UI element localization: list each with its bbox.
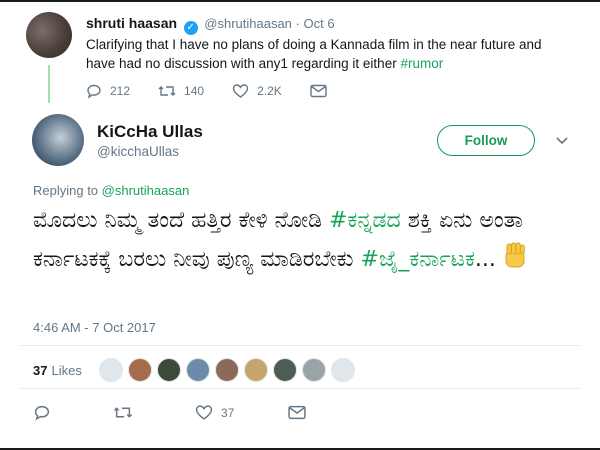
avatar-kiccha[interactable] (32, 114, 84, 166)
tweet2-handle[interactable]: @kicchaUllas (97, 144, 179, 159)
tweet1-actions: 212 140 2.2K (86, 82, 363, 100)
chevron-down-icon[interactable] (555, 133, 569, 151)
liker-avatar[interactable] (330, 358, 355, 382)
liker-avatar[interactable] (272, 358, 297, 382)
reply-button[interactable] (33, 404, 59, 421)
likes-summary[interactable]: 37 Likes (33, 358, 355, 382)
like-count: 2.2K (257, 84, 282, 98)
replying-prefix: Replying to (33, 183, 99, 198)
divider-bottom (20, 388, 580, 389)
hashtag-kannadada[interactable]: #ಕನ್ನಡದ (329, 208, 401, 233)
retweet-count: 140 (184, 84, 205, 98)
hashtag-jai-karnataka[interactable]: #ಜೈ_ಕರ್ನಾಟಕ (361, 247, 475, 272)
tweet1-body: Clarifying that I have no plans of doing… (86, 37, 542, 71)
tweet2-body-3: ... (474, 247, 496, 272)
retweet-button[interactable] (113, 404, 141, 421)
tweet1-separator: · (295, 16, 300, 31)
reply-count: 212 (110, 84, 131, 98)
tweet1-text: Clarifying that I have no plans of doing… (86, 35, 556, 73)
tweet1-display-name[interactable]: shruti haasan (86, 15, 177, 31)
tweet2-display-name[interactable]: KiCcHa Ullas (97, 122, 203, 142)
footer-like-count: 37 (221, 405, 235, 420)
retweet-button[interactable]: 140 (158, 83, 204, 99)
replying-handle[interactable]: @shrutihaasan (102, 183, 190, 198)
replying-to: Replying to @shrutihaasan (33, 183, 189, 198)
liker-avatar[interactable] (98, 358, 123, 382)
like-button[interactable]: 2.2K (232, 83, 282, 99)
liker-avatar[interactable] (214, 358, 239, 382)
tweet2-body-1: ಮೊದಲು ನಿಮ್ಮ ತಂದೆ ಹತ್ತಿರ ಕೇಳಿ ನೋಡಿ (33, 208, 329, 233)
follow-button[interactable]: Follow (437, 125, 535, 156)
liker-avatar[interactable] (301, 358, 326, 382)
like-icon (232, 83, 249, 99)
avatar-shruti[interactable] (26, 12, 72, 58)
tweet2-actions: 37 (33, 404, 368, 421)
liker-avatar[interactable] (156, 358, 181, 382)
verified-icon: ✓ (183, 21, 198, 35)
liker-avatar[interactable] (185, 358, 210, 382)
divider-top (20, 345, 580, 346)
likes-count: 37 (33, 362, 48, 378)
message-icon (310, 84, 327, 98)
hashtag-rumor[interactable]: #rumor (400, 56, 443, 71)
tweet1-header: shruti haasan ✓ @shrutihaasan · Oct 6 (86, 15, 335, 35)
tweet2-timestamp[interactable]: 4:46 AM - 7 Oct 2017 (33, 320, 156, 335)
like-icon (195, 404, 213, 421)
reply-icon (33, 404, 51, 421)
tweet1-date[interactable]: Oct 6 (304, 16, 335, 31)
message-button[interactable] (310, 84, 335, 98)
retweet-icon (158, 83, 176, 99)
message-button[interactable] (288, 405, 314, 420)
raised-fist-emoji (500, 240, 530, 285)
likes-label: Likes (51, 362, 82, 378)
reply-icon (86, 83, 102, 99)
thread-connector (48, 65, 50, 103)
tweet2-text: ಮೊದಲು ನಿಮ್ಮ ತಂದೆ ಹತ್ತಿರ ಕೇಳಿ ನೋಡಿ #ಕನ್ನಡ… (33, 202, 553, 285)
liker-avatar[interactable] (243, 358, 268, 382)
retweet-icon (113, 404, 133, 421)
like-button[interactable]: 37 (195, 404, 234, 421)
message-icon (288, 405, 307, 420)
liker-avatar[interactable] (127, 358, 152, 382)
reply-button[interactable]: 212 (86, 83, 130, 99)
tweet-screenshot: shruti haasan ✓ @shrutihaasan · Oct 6 Cl… (0, 0, 600, 450)
tweet1-handle[interactable]: @shrutihaasan (204, 16, 292, 31)
